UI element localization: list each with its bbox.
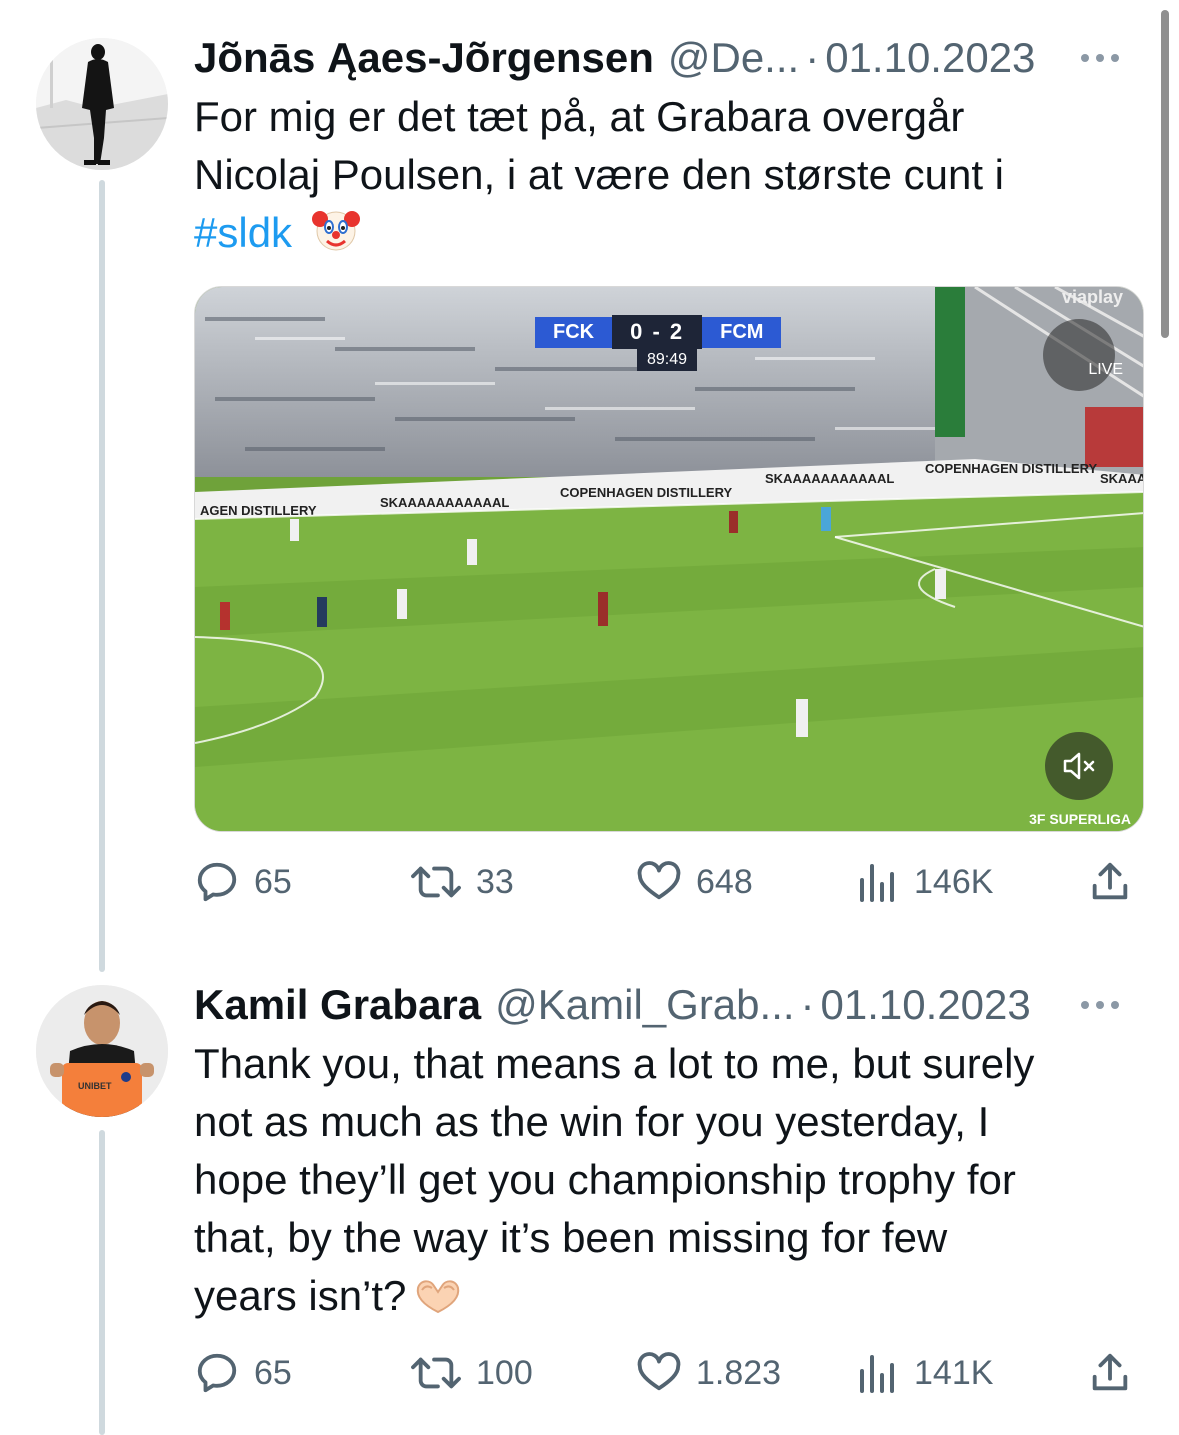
svg-text:UNIBET: UNIBET xyxy=(78,1081,112,1091)
heart-icon xyxy=(637,861,681,900)
share-button[interactable] xyxy=(1087,852,1147,912)
reply-count: 65 xyxy=(254,1353,292,1392)
tweet-text-line: hope they’ll get you championship trophy… xyxy=(194,1156,1016,1203)
heart-hands-icon xyxy=(412,1273,464,1331)
share-icon xyxy=(1092,1353,1128,1391)
thread-line xyxy=(99,180,105,972)
tweet[interactable]: UNIBET Kamil Grabara @Kamil_Grab... · 01… xyxy=(0,960,1179,1435)
ad-board-text: COPENHAGEN DISTILLERY xyxy=(560,485,732,500)
retweet-button[interactable]: 33 xyxy=(410,852,514,912)
match-clock: 89:49 xyxy=(637,349,698,371)
reply-icon xyxy=(197,862,237,902)
avatar[interactable] xyxy=(36,38,168,170)
video-player[interactable]: AGEN DISTILLERY SKAAAAAAAAAAAL COPENHAGE… xyxy=(194,286,1144,832)
analytics-icon xyxy=(860,864,894,902)
like-button[interactable]: 648 xyxy=(636,852,753,912)
tweet-actions: 65 33 648 146K xyxy=(194,852,1144,912)
like-count: 648 xyxy=(696,862,753,901)
view-count: 146K xyxy=(914,862,994,901)
clown-face-icon xyxy=(310,207,362,268)
hashtag-link[interactable]: #sldk xyxy=(194,209,292,256)
tweet-header: Kamil Grabara @Kamil_Grab... · 01.10.202… xyxy=(194,975,1149,1035)
retweet-count: 33 xyxy=(476,862,514,901)
views-button[interactable]: 141K xyxy=(856,1343,993,1403)
author-name[interactable]: Jõnās Ąaes-Jõrgensen xyxy=(194,34,654,82)
share-button[interactable] xyxy=(1087,1343,1147,1403)
thread-line xyxy=(99,1130,105,1435)
live-badge: LIVE xyxy=(1088,361,1123,378)
tweet-date[interactable]: 01.10.2023 xyxy=(821,981,1031,1029)
scoreboard: FCK 0 - 2 FCM 89:49 xyxy=(535,315,782,371)
mute-toggle[interactable] xyxy=(1045,732,1113,800)
channel-logo: viaplay xyxy=(1061,287,1123,307)
speaker-muted-icon xyxy=(1063,752,1095,780)
retweet-count: 100 xyxy=(476,1353,533,1392)
more-options-icon[interactable] xyxy=(1081,54,1119,62)
tweet-actions: 65 100 1.823 141K xyxy=(194,1343,1144,1403)
broadcaster-logo: 3F SUPERLIGA xyxy=(1029,811,1131,827)
reply-button[interactable]: 65 xyxy=(194,1343,292,1403)
author-handle[interactable]: @Kamil_Grab... xyxy=(495,981,794,1029)
tweet-text-line: For mig er det tæt på, at Grabara overgå… xyxy=(194,93,965,140)
tweet-text-line: Thank you, that means a lot to me, but s… xyxy=(194,1040,1035,1087)
separator: · xyxy=(805,34,820,81)
analytics-icon xyxy=(860,1355,894,1393)
home-team: FCK xyxy=(535,316,613,348)
more-options-icon[interactable] xyxy=(1081,1001,1119,1009)
reply-button[interactable]: 65 xyxy=(194,852,292,912)
retweet-icon xyxy=(411,1357,461,1389)
ad-board-text: SKAAAA xyxy=(1100,471,1144,486)
tweet-text-line: years isn’t? xyxy=(194,1272,407,1319)
share-icon xyxy=(1092,862,1128,900)
tweet-text-line: Nicolaj Poulsen, i at være den største c… xyxy=(194,151,1005,198)
view-count: 141K xyxy=(914,1353,994,1392)
tweet-text: For mig er det tæt på, at Grabara overgå… xyxy=(194,88,1144,268)
tweet-date[interactable]: 01.10.2023 xyxy=(825,34,1035,82)
retweet-button[interactable]: 100 xyxy=(410,1343,533,1403)
tweet-header: Jõnās Ąaes-Jõrgensen @De... · 01.10.2023 xyxy=(194,28,1149,88)
views-button[interactable]: 146K xyxy=(856,852,993,912)
author-handle[interactable]: @De... xyxy=(668,34,799,82)
away-team: FCM xyxy=(702,316,782,348)
tweet[interactable]: Jõnās Ąaes-Jõrgensen @De... · 01.10.2023… xyxy=(0,0,1179,972)
tweet-text-line: that, by the way it’s been missing for f… xyxy=(194,1214,948,1261)
like-button[interactable]: 1.823 xyxy=(636,1343,781,1403)
tweet-text: Thank you, that means a lot to me, but s… xyxy=(194,1035,1144,1331)
like-count: 1.823 xyxy=(696,1353,782,1392)
match-score: 0 - 2 xyxy=(612,315,703,349)
avatar[interactable]: UNIBET xyxy=(36,985,168,1117)
reply-icon xyxy=(197,1353,237,1393)
reply-count: 65 xyxy=(254,862,292,901)
separator: · xyxy=(800,981,815,1028)
heart-icon xyxy=(637,1352,681,1391)
tweet-text-line: not as much as the win for you yesterday… xyxy=(194,1098,990,1145)
ad-board-text: SKAAAAAAAAAAAL xyxy=(765,471,894,486)
retweet-icon xyxy=(411,866,461,898)
author-name[interactable]: Kamil Grabara xyxy=(194,981,481,1029)
closed-captions-icon[interactable] xyxy=(1043,319,1115,391)
ad-board-text: SKAAAAAAAAAAAL xyxy=(380,495,509,510)
ad-board-text: COPENHAGEN DISTILLERY xyxy=(925,461,1097,476)
